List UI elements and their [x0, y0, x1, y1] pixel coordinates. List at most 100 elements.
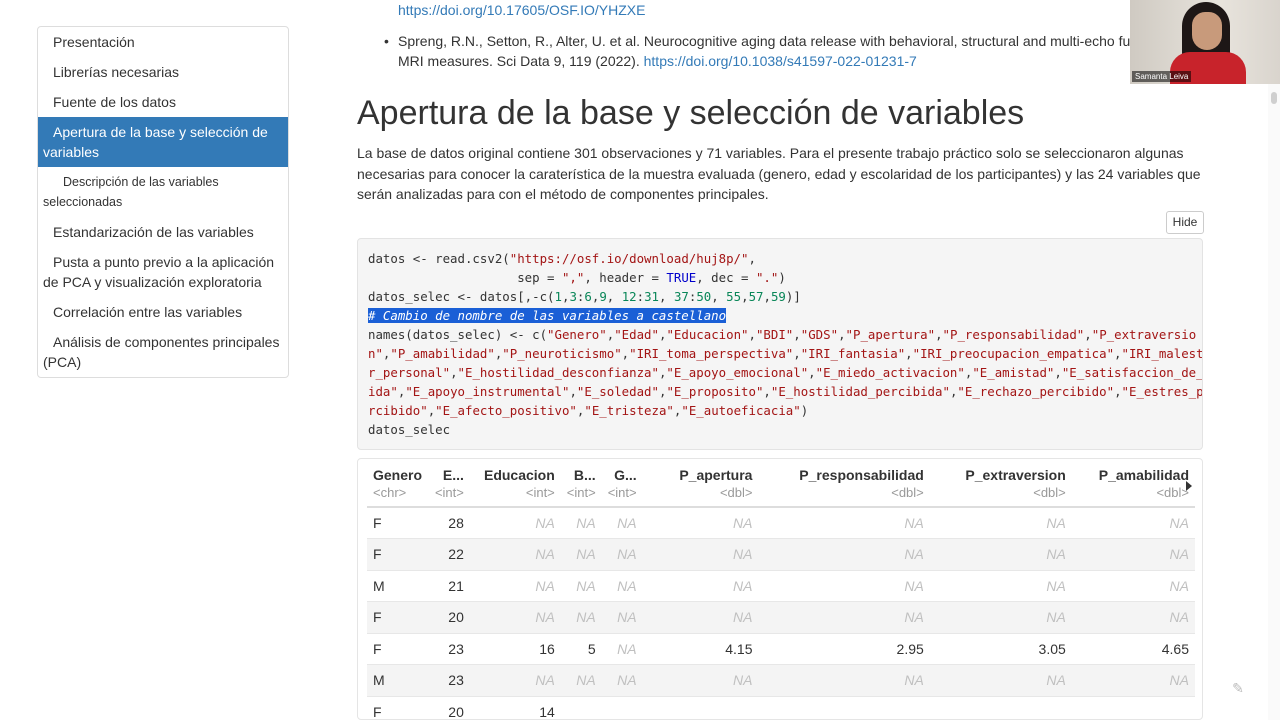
table-cell: 14 [469, 695, 561, 719]
webcam-overlay: Samanta Leiva [1130, 0, 1280, 84]
cell-value: NA [1046, 546, 1066, 563]
toc-item-presentacion[interactable]: Presentación [38, 27, 288, 57]
toc-item-correlacion[interactable]: Correlación entre las variables [38, 297, 288, 327]
table-cell: F [367, 601, 429, 633]
cell-value: NA [617, 672, 637, 689]
toc-item-descripcion[interactable]: Descripción de las variables seleccionad… [38, 167, 288, 217]
table-cell: 20 [428, 695, 470, 720]
cell-value: NA [576, 546, 596, 563]
table-cell: F [367, 506, 429, 539]
table-cell: M [367, 569, 429, 602]
column-type: <chr> [373, 485, 407, 500]
table-cell: NA [929, 601, 1072, 633]
cell-value: F [373, 704, 382, 720]
toc-item-fuente[interactable]: Fuente de los datos [38, 87, 288, 117]
column-header[interactable]: Educacion <int> [470, 459, 561, 507]
table-cell: NA [469, 538, 561, 570]
references-list: https://doi.org/10.17605/OSF.IO/YHZXE Sp… [357, 0, 1203, 71]
column-header[interactable]: B... <int> [561, 459, 602, 507]
cell-value: F [373, 640, 382, 657]
column-header[interactable]: E... <int> [428, 459, 470, 507]
hide-code-button[interactable]: Hide [1166, 211, 1204, 234]
cell-value: F [373, 546, 382, 563]
page-scrollbar[interactable] [1268, 84, 1280, 720]
cell-value: 23 [448, 640, 464, 657]
code-block[interactable]: datos <- read.csv2("https://osf.io/downl… [357, 238, 1203, 450]
table-cell: NA [758, 538, 930, 570]
cell-value: M [373, 672, 385, 689]
table-cell [929, 695, 1072, 719]
table-cell: NA [469, 664, 561, 696]
table-row: F 20 NA NA NA NA NA NA NA [367, 601, 1195, 633]
toc-item-puesta-a-punto[interactable]: Pusta a punto previo a la aplicación de … [38, 247, 288, 297]
cell-value: NA [904, 546, 924, 563]
column-header[interactable]: G... <int> [602, 459, 643, 507]
column-header[interactable]: P_responsabilidad <dbl> [758, 459, 929, 507]
column-header[interactable]: Genero <chr> [367, 459, 428, 507]
next-columns-arrow-icon[interactable] [1186, 481, 1192, 491]
cell-value: 16 [539, 640, 555, 657]
table-cell: NA [758, 506, 930, 539]
table-cell: 23 [428, 632, 470, 665]
table-cell: NA [929, 506, 1072, 539]
table-cell: NA [1071, 664, 1195, 696]
column-header[interactable]: P_apertura <dbl> [643, 459, 759, 507]
cell-value: NA [1169, 546, 1189, 563]
column-type: <dbl> [1033, 485, 1066, 500]
column-name: P_amabilidad [1098, 467, 1189, 483]
cell-value: 4.15 [725, 640, 753, 657]
pencil-icon[interactable]: ✎ [1228, 678, 1248, 698]
table-cell [1071, 695, 1195, 719]
cell-value: NA [617, 546, 637, 563]
cell-value: NA [733, 577, 753, 594]
cell-value: NA [733, 515, 753, 531]
cell-value: NA [1046, 577, 1066, 594]
cell-value: F [373, 609, 382, 626]
table-cell: NA [560, 601, 602, 633]
toc-item-apertura[interactable]: Apertura de la base y selección de varia… [38, 117, 288, 167]
table-cell [642, 695, 759, 719]
table-body: F 28 NA NA NA NA NA NA NA F 22 NA NA NA NA NA NA NA M 21 NA N… [367, 506, 1195, 720]
cell-value: NA [1169, 609, 1189, 626]
cell-value: 20 [448, 609, 464, 626]
table-cell: NA [929, 569, 1072, 602]
cell-value: NA [535, 515, 555, 531]
column-name: G... [614, 467, 637, 483]
toc-item-librerias[interactable]: Librerías necesarias [38, 57, 288, 87]
cell-value: 28 [448, 515, 464, 531]
data-table: Genero <chr> E... <int> Educacion <int> B... <i… [367, 459, 1195, 720]
cell-value: NA [733, 609, 753, 626]
scrollbar-thumb[interactable] [1271, 92, 1277, 104]
cell-value: NA [617, 577, 637, 594]
doi-link-1[interactable]: https://doi.org/10.17605/OSF.IO/YHZXE [398, 2, 645, 18]
cell-value: F [373, 515, 382, 531]
toc-item-estandarizacion[interactable]: Estandarización de las variables [38, 217, 288, 247]
cell-value: NA [1046, 609, 1066, 626]
table-cell: NA [642, 569, 759, 602]
cell-value: NA [576, 672, 596, 689]
table-cell: F [367, 632, 429, 665]
table-of-contents: Presentación Librerías necesarias Fuente… [37, 26, 289, 378]
table-cell: M [367, 664, 429, 696]
table-cell: NA [601, 538, 643, 570]
table-cell: 22 [428, 538, 470, 570]
doi-link-2[interactable]: https://doi.org/10.1038/s41597-022-01231… [644, 53, 917, 69]
column-name: Genero [373, 467, 423, 483]
table-cell: NA [642, 601, 759, 633]
column-type: <dbl> [891, 485, 924, 500]
column-name: Educacion [483, 467, 555, 483]
cell-value: 20 [448, 704, 464, 720]
table-cell: NA [560, 569, 602, 602]
cell-value: NA [576, 515, 596, 531]
column-header[interactable]: P_amabilidad <dbl> [1072, 459, 1195, 507]
cell-value: NA [535, 577, 555, 594]
table-cell: NA [601, 601, 643, 633]
column-header[interactable]: P_extraversion <dbl> [930, 459, 1072, 507]
webcam-person-face [1192, 12, 1222, 50]
table-cell: NA [758, 569, 930, 602]
toc-item-pca[interactable]: Análisis de componentes principales (PCA… [38, 327, 288, 377]
table-cell [560, 695, 602, 719]
cell-value: 3.05 [1038, 640, 1066, 657]
table-cell: NA [469, 569, 561, 602]
cell-value: NA [617, 609, 637, 626]
